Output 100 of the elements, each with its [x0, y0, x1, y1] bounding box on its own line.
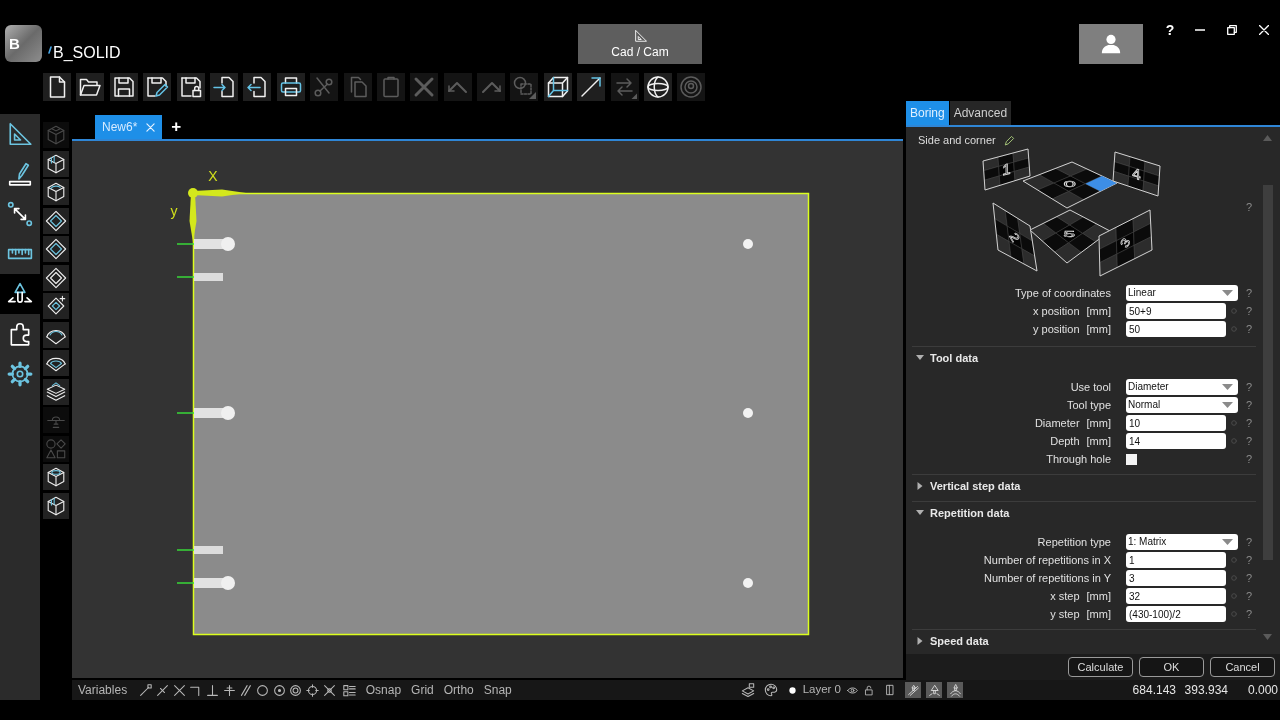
dropdown[interactable]: 1: Matrix	[1126, 534, 1238, 550]
dropdown[interactable]: Normal	[1126, 397, 1238, 413]
view-tool-button[interactable]	[947, 682, 963, 698]
side-hole-marker	[176, 237, 235, 251]
add-tab-button[interactable]: +	[171, 117, 182, 137]
dialog-button[interactable]: OK	[1139, 657, 1204, 677]
user-button[interactable]	[1079, 24, 1143, 64]
help-button[interactable]: ?	[1245, 322, 1253, 336]
tool-button[interactable]	[43, 378, 69, 405]
ring-icon	[1231, 593, 1237, 599]
layers-icon[interactable]	[740, 683, 755, 697]
tool-button[interactable]	[43, 293, 69, 319]
list-grid-icon[interactable]	[342, 683, 356, 697]
floppy-pencil-icon	[145, 75, 170, 99]
input-field[interactable]: 14	[1126, 433, 1226, 449]
input-field[interactable]: 50+9	[1126, 303, 1226, 319]
toolbar-button[interactable]	[644, 73, 673, 101]
checkbox[interactable]	[1126, 453, 1137, 465]
view-tool-button[interactable]	[926, 682, 942, 698]
restore-icon[interactable]	[1227, 25, 1237, 35]
circle-icon[interactable]	[255, 683, 269, 697]
circle-center-icon[interactable]	[272, 683, 286, 697]
toggle-button[interactable]: Ortho	[443, 681, 474, 699]
tool-button[interactable]	[43, 321, 69, 348]
help-button[interactable]: ?	[1245, 452, 1253, 466]
toolbar-button[interactable]	[577, 73, 606, 101]
settings-icon	[7, 361, 33, 387]
input-field[interactable]: 50	[1126, 321, 1226, 337]
palette-icon[interactable]	[763, 683, 778, 697]
axis-cross-icon[interactable]	[222, 683, 236, 697]
cube-face-drawing[interactable]	[992, 202, 1038, 272]
help-button[interactable]: ?	[1245, 286, 1253, 300]
intersection-icon[interactable]	[172, 683, 186, 697]
tool-button[interactable]	[43, 464, 69, 490]
cube-face-drawing[interactable]	[1098, 209, 1153, 277]
help-button[interactable]: ?	[1245, 380, 1253, 394]
panel-icon[interactable]	[886, 684, 894, 696]
input-field[interactable]: 3	[1126, 570, 1226, 586]
tool-button[interactable]	[43, 264, 69, 291]
toolbar-button[interactable]	[43, 73, 71, 101]
line-endpoint-icon[interactable]	[139, 683, 153, 697]
dialog-button[interactable]: Calculate	[1068, 657, 1133, 677]
section-header[interactable]: Tool data	[916, 347, 979, 369]
pencil-icon[interactable]	[1003, 134, 1015, 146]
toolbar-button[interactable]	[109, 73, 138, 101]
section-header[interactable]: Speed data	[916, 630, 989, 652]
eye-icon[interactable]	[847, 684, 858, 696]
toggle-button[interactable]: Snap	[483, 681, 512, 699]
perpendicular-icon[interactable]	[205, 683, 219, 697]
tool-button[interactable]	[43, 350, 69, 376]
toolbar-button[interactable]	[543, 73, 572, 101]
help-button[interactable]: ?	[1245, 398, 1253, 412]
dialog-button[interactable]: Cancel	[1210, 657, 1275, 677]
help-button[interactable]: ?	[1245, 200, 1253, 214]
dropdown[interactable]: Diameter	[1126, 379, 1238, 395]
help-button[interactable]: ?	[1245, 607, 1253, 621]
help-button[interactable]: ?	[1245, 553, 1253, 567]
toolbar-button[interactable]	[243, 73, 272, 101]
toolbar-button[interactable]	[76, 73, 105, 101]
circle-ticks-icon[interactable]	[306, 683, 319, 697]
wireframe-cube-icon	[545, 75, 570, 99]
help-button[interactable]: ?	[1245, 416, 1253, 430]
cube-face-drawing[interactable]	[982, 148, 1031, 191]
cross-circle-icon[interactable]	[322, 683, 336, 697]
padlock-icon[interactable]	[864, 684, 874, 696]
dropdown[interactable]: Linear	[1126, 285, 1238, 301]
input-field[interactable]: 1	[1126, 552, 1226, 568]
sidebar-button[interactable]	[0, 274, 40, 314]
help-button[interactable]: ?	[1245, 304, 1253, 318]
cube-face-drawing[interactable]	[1112, 151, 1161, 197]
view-tool-button[interactable]	[905, 682, 921, 698]
toggle-button[interactable]: Osnap	[365, 681, 402, 699]
concentric-circles-icon[interactable]	[289, 683, 303, 697]
panel-tab[interactable]: Advanced	[949, 101, 1012, 125]
ring-icon	[1231, 575, 1237, 581]
input-field[interactable]: (430-100)/2	[1126, 606, 1226, 622]
toolbar-button[interactable]	[176, 73, 205, 101]
tool-button[interactable]	[43, 179, 69, 205]
toolbar-button[interactable]	[276, 73, 305, 101]
parallel-lines-icon[interactable]	[239, 683, 253, 697]
variables-button[interactable]: Variables	[78, 681, 128, 699]
help-button[interactable]: ?	[1245, 434, 1253, 448]
tool-button[interactable]	[43, 207, 69, 234]
help-button[interactable]: ?	[1245, 589, 1253, 603]
toolbar-button[interactable]	[143, 73, 172, 101]
toggle-button[interactable]: Grid	[411, 681, 434, 699]
input-field[interactable]: 32	[1126, 588, 1226, 604]
input-field[interactable]: 10	[1126, 415, 1226, 431]
help-button[interactable]: ?	[1245, 571, 1253, 585]
help-button[interactable]: ?	[1245, 535, 1253, 549]
section-header[interactable]: Vertical step data	[916, 475, 1021, 497]
section-header[interactable]: Repetition data	[916, 502, 1010, 524]
cad-cam-button[interactable]: Cad / Cam	[578, 24, 702, 64]
toolbar-button[interactable]	[209, 73, 238, 101]
tool-button[interactable]	[43, 492, 69, 519]
tool-button[interactable]	[43, 150, 69, 177]
tool-button[interactable]	[43, 236, 69, 262]
line-midpoint-icon[interactable]	[155, 683, 169, 697]
help-button[interactable]: ?	[1163, 20, 1177, 40]
field-label: y position	[1033, 322, 1080, 336]
